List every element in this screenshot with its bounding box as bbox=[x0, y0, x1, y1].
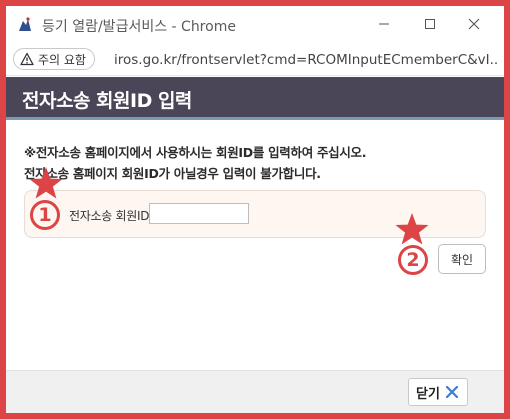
page-title: 전자소송 회원ID 입력 bbox=[22, 90, 192, 112]
minimize-icon bbox=[379, 23, 389, 25]
page-header: 전자소송 회원ID 입력 bbox=[6, 77, 504, 120]
close-button[interactable]: 닫기 bbox=[408, 378, 468, 406]
window-title: 등기 열람/발급서비스 - Chrome bbox=[42, 19, 236, 35]
security-chip[interactable]: 주의 요함 bbox=[13, 48, 95, 70]
footer-bar: 닫기 bbox=[6, 370, 504, 413]
close-button-label: 닫기 bbox=[416, 386, 440, 402]
annotation-star-2 bbox=[395, 213, 429, 245]
annotation-number-2: 2 bbox=[398, 245, 428, 275]
minimize-button[interactable] bbox=[364, 10, 404, 38]
notice-line-2: 전자소송 홈페이지 회원ID가 아닐경우 입력이 불가합니다. bbox=[24, 166, 321, 181]
annotation-star-1 bbox=[29, 167, 63, 199]
confirm-button[interactable]: 확인 bbox=[438, 244, 486, 274]
url-text[interactable]: iros.go.kr/frontservlet?cmd=RCOMInputECm… bbox=[114, 52, 498, 68]
maximize-icon bbox=[425, 19, 435, 29]
title-bar: 등기 열람/발급서비스 - Chrome bbox=[6, 6, 504, 42]
member-id-label: 전자소송 회원ID bbox=[69, 209, 150, 223]
close-icon bbox=[468, 18, 480, 30]
court-logo-icon bbox=[16, 16, 34, 34]
address-bar: 주의 요함 iros.go.kr/frontservlet?cmd=RCOMIn… bbox=[6, 42, 504, 76]
security-chip-label: 주의 요함 bbox=[38, 52, 86, 67]
annotation-number-1: 1 bbox=[30, 200, 60, 230]
member-id-input[interactable] bbox=[149, 203, 249, 224]
maximize-button[interactable] bbox=[410, 10, 450, 38]
browser-window: 등기 열람/발급서비스 - Chrome 주의 요함 iros.go.kr/fr… bbox=[0, 0, 510, 419]
notice-line-1: ※전자소송 홈페이지에서 사용하시는 회원ID를 입력하여 주십시오. bbox=[24, 145, 367, 160]
x-icon bbox=[445, 385, 459, 399]
warning-triangle-icon bbox=[20, 52, 34, 66]
window-close-button[interactable] bbox=[454, 10, 494, 38]
